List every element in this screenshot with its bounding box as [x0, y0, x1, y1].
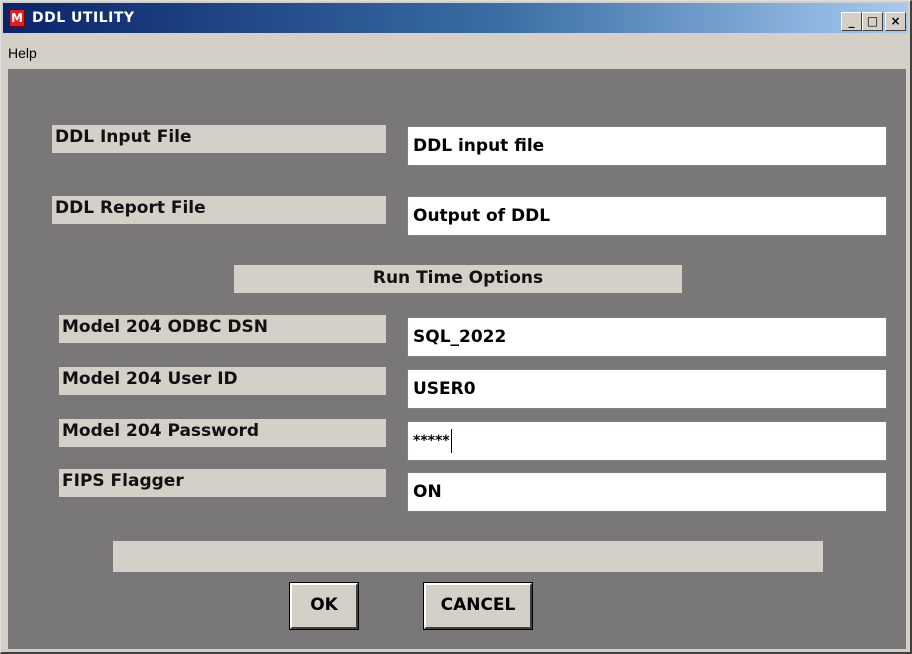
- password-value: *****: [413, 433, 450, 449]
- fips-flagger-field[interactable]: ON: [407, 472, 887, 512]
- maximize-button[interactable]: □: [862, 12, 883, 31]
- ddl-input-file-field[interactable]: DDL input file: [407, 126, 887, 166]
- password-label: Model 204 Password: [59, 419, 386, 447]
- minimize-button[interactable]: _: [841, 12, 862, 31]
- ddl-input-file-label: DDL Input File: [52, 125, 386, 153]
- cancel-button[interactable]: CANCEL: [423, 582, 533, 630]
- title-bar[interactable]: M DDL UTILITY _ □ ×: [3, 3, 908, 33]
- app-icon[interactable]: M: [9, 9, 25, 27]
- odbc-dsn-field[interactable]: SQL_2022: [407, 317, 887, 357]
- menu-bar: Help: [3, 39, 908, 67]
- ddl-utility-window: M DDL UTILITY _ □ × Help DDL Input File …: [0, 0, 912, 654]
- fips-flagger-label: FIPS Flagger: [59, 469, 386, 497]
- text-caret: [450, 429, 452, 453]
- status-bar: [113, 541, 823, 572]
- ddl-report-file-field[interactable]: Output of DDL: [407, 196, 887, 236]
- ddl-report-file-label: DDL Report File: [52, 196, 386, 224]
- menu-help[interactable]: Help: [8, 45, 37, 61]
- odbc-dsn-label: Model 204 ODBC DSN: [59, 315, 386, 343]
- user-id-field[interactable]: USER0: [407, 369, 887, 409]
- window-title: DDL UTILITY: [32, 10, 135, 26]
- user-id-label: Model 204 User ID: [59, 367, 386, 395]
- password-field[interactable]: *****: [407, 421, 887, 461]
- form-panel: DDL Input File DDL input file DDL Report…: [8, 69, 906, 649]
- run-time-options-heading: Run Time Options: [234, 265, 682, 293]
- close-button[interactable]: ×: [885, 12, 906, 31]
- ok-button[interactable]: OK: [289, 582, 359, 630]
